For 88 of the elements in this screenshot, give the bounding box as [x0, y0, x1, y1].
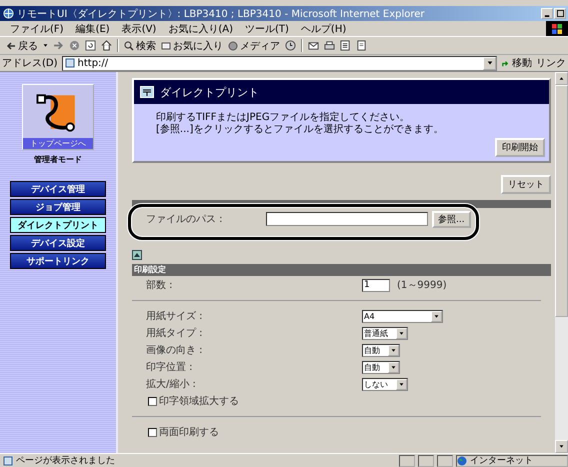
caret-icon[interactable] — [43, 43, 48, 48]
maximize-icon — [556, 10, 564, 17]
setting-label: 部数 : — [146, 278, 174, 292]
menu-item[interactable]: お気に入り(A) — [168, 22, 233, 36]
file-path-label: ファイルのパス : — [146, 213, 224, 226]
dropdown[interactable]: 自動 — [362, 360, 400, 374]
setting-label: 画像の向き : — [146, 344, 204, 357]
print-start-button[interactable]: 印刷開始 — [495, 138, 545, 157]
document-icon[interactable] — [356, 40, 367, 51]
forward-arrow-icon[interactable] — [53, 40, 64, 51]
maximize-button[interactable] — [554, 8, 566, 19]
dropdown[interactable]: 普通紙 — [362, 326, 408, 340]
menu-item[interactable]: 編集(E) — [76, 22, 110, 36]
folder-icon — [161, 40, 171, 50]
dropdown[interactable]: 自動 — [362, 344, 400, 356]
refresh-icon[interactable] — [85, 40, 96, 51]
checkbox[interactable] — [148, 396, 157, 406]
dropdown-button[interactable] — [483, 56, 496, 70]
setting-label: 印字位置 : — [146, 360, 194, 374]
home-icon[interactable] — [101, 40, 112, 51]
page-icon — [3, 456, 13, 466]
scroll-up-icon[interactable] — [559, 76, 564, 81]
mail-icon[interactable] — [308, 40, 319, 51]
caret-icon — [434, 314, 439, 318]
zone-text: インターネット — [470, 455, 533, 467]
nav-button[interactable]: ジョブ管理 — [10, 199, 106, 215]
globe-icon — [3, 8, 14, 19]
status-panel — [399, 454, 415, 466]
section-header: 印刷設定 — [132, 264, 551, 276]
admin-mode-label: 管理者モード — [34, 154, 82, 165]
back-button[interactable]: 戻る — [6, 38, 38, 52]
description-text: 印刷するTIFFまたはJPEGファイルを指定してください。 — [156, 112, 411, 124]
print-icon[interactable] — [324, 40, 335, 51]
nav-button[interactable]: サポートリンク — [10, 253, 106, 269]
dropdown[interactable]: しない — [362, 378, 408, 390]
caret-icon — [486, 60, 492, 66]
links-button[interactable]: リンク — [536, 56, 566, 70]
scrollbar[interactable] — [555, 72, 568, 453]
arrow-icon — [501, 58, 510, 68]
address-field[interactable]: http:// — [62, 56, 497, 70]
caret-icon — [399, 330, 404, 336]
nav-button[interactable]: デバイス設定 — [10, 235, 106, 251]
file-path-field[interactable] — [266, 212, 428, 226]
page-icon — [64, 58, 75, 68]
browse-button[interactable]: 参照... — [432, 210, 471, 228]
keypad-icon — [140, 86, 154, 98]
caret-icon — [391, 348, 396, 352]
scroll-down-icon[interactable] — [559, 444, 564, 449]
status-text: ページが表示されました — [16, 454, 116, 467]
checkbox-label: 印字領域拡大する — [159, 394, 239, 408]
caret-icon — [391, 364, 396, 370]
checkbox-label: 両面印刷する — [159, 426, 219, 439]
panel-title: ダイレクトプリント — [160, 84, 259, 100]
dropdown[interactable]: A4 — [362, 310, 443, 322]
top-page-link[interactable]: トップページへ — [22, 84, 94, 150]
status-panel — [418, 454, 434, 466]
scroll-top-icon[interactable] — [132, 250, 142, 260]
edit-icon[interactable] — [340, 40, 351, 51]
back-arrow-icon — [6, 40, 16, 50]
window-title: リモートUI〈ダイレクトプリント〉: LBP3410 ; LBP3410 - Microsoft Internet Explorer — [17, 8, 426, 20]
status-panel — [437, 454, 453, 466]
nav-button[interactable]: デバイス管理 — [10, 181, 106, 197]
menu-item[interactable]: ヘルプ(H) — [300, 22, 346, 36]
disc-icon — [228, 40, 238, 50]
setting-label: 拡大/縮小 : — [146, 378, 197, 391]
setting-label: 用紙タイプ : — [146, 326, 204, 340]
stop-icon[interactable] — [69, 40, 80, 51]
range-text: (1～9999) — [397, 279, 447, 292]
minimize-button[interactable] — [541, 8, 553, 19]
menu-item[interactable]: 表示(V) — [122, 22, 156, 36]
reset-button[interactable]: リセット — [501, 175, 551, 194]
go-button[interactable]: 移動 — [501, 56, 532, 70]
setting-label: 用紙サイズ : — [146, 310, 204, 323]
search-icon — [124, 40, 134, 50]
search-button[interactable]: 検索 — [124, 38, 156, 52]
checkbox[interactable] — [148, 428, 157, 436]
menu-item[interactable]: ファイル(F) — [10, 22, 64, 36]
description-text: [参照...]をクリックするとファイルを選択することができます。 — [156, 124, 444, 136]
favorites-button[interactable]: お気に入り — [161, 38, 223, 52]
windows-logo-icon — [546, 21, 568, 36]
copies-field[interactable]: 1 — [362, 278, 390, 292]
menu-item[interactable]: ツール(T) — [245, 22, 289, 36]
history-icon[interactable] — [285, 40, 296, 51]
nav-button[interactable]: ダイレクトプリント — [10, 217, 106, 233]
globe-icon — [457, 456, 467, 466]
caret-icon — [399, 382, 404, 386]
address-label: アドレス(D) — [2, 57, 58, 70]
media-button[interactable]: メディア — [228, 38, 280, 52]
